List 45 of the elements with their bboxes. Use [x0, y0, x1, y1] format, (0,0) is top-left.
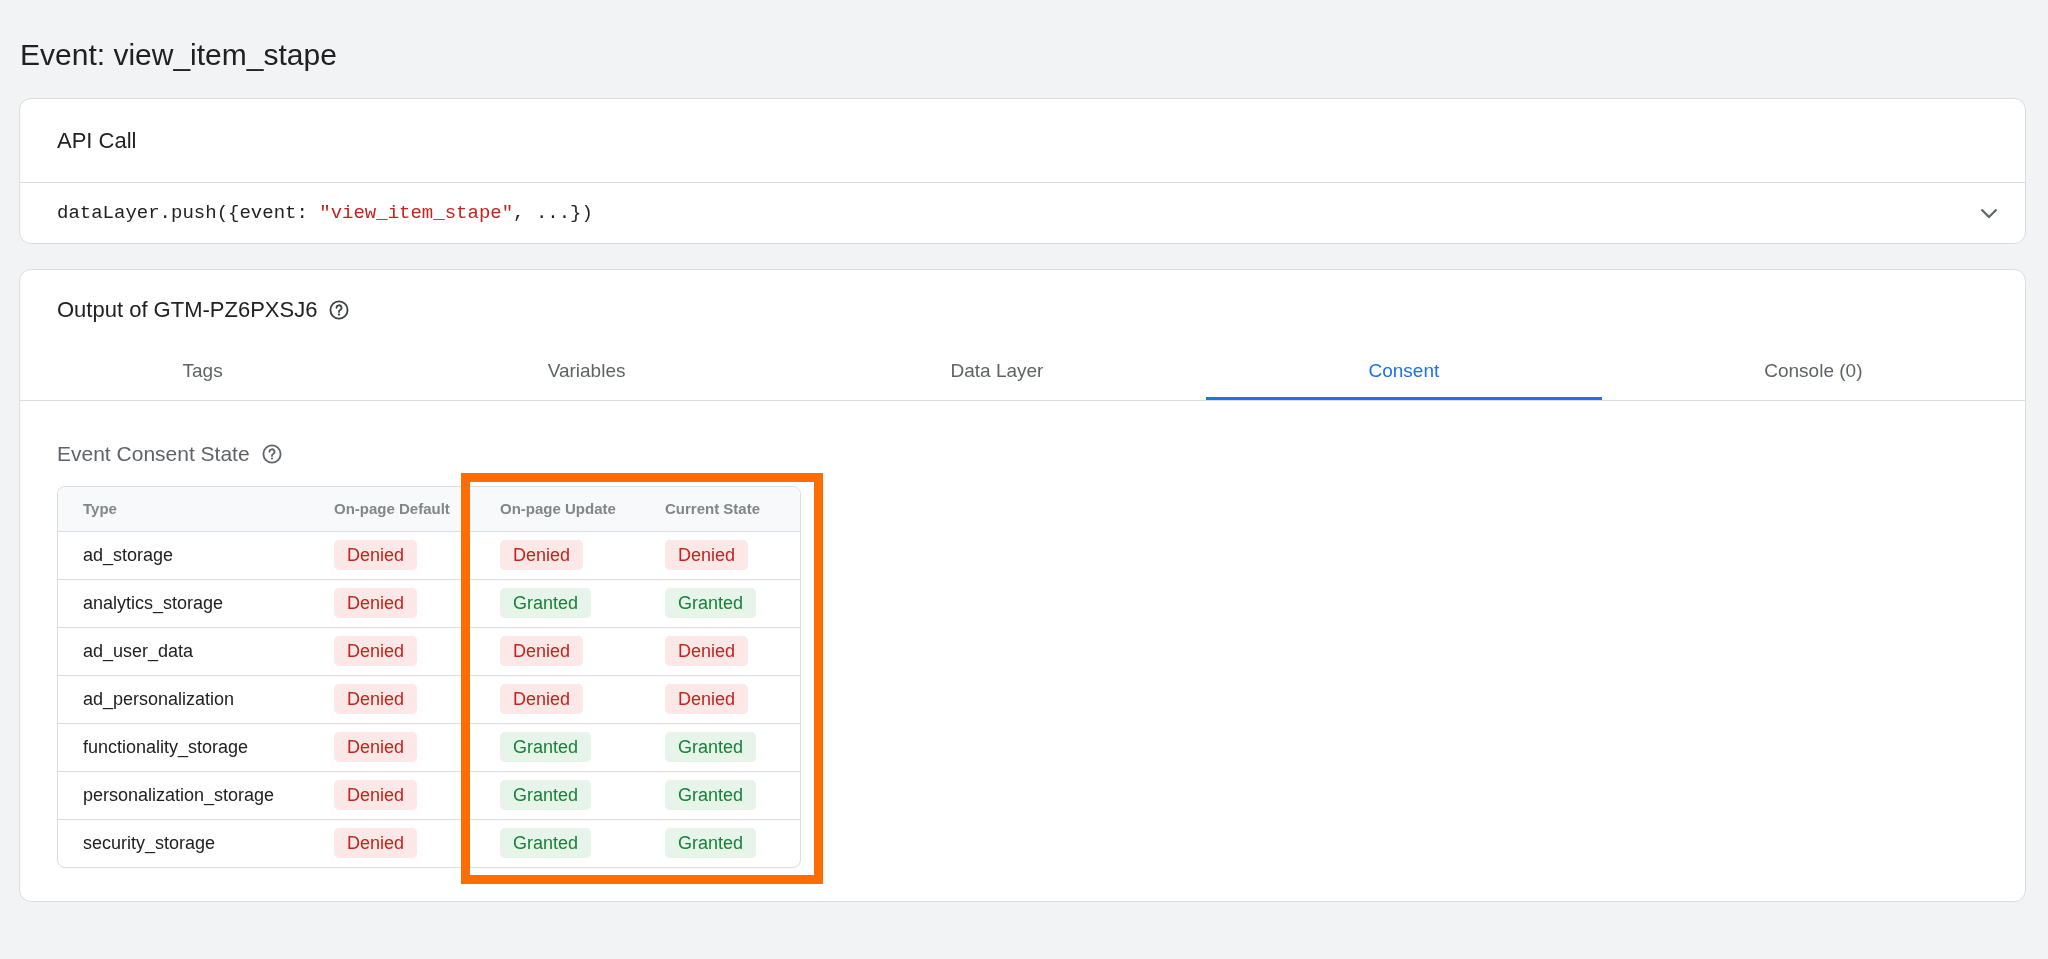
status-badge: Denied [665, 636, 749, 666]
status-badge: Denied [500, 540, 584, 570]
status-badge: Denied [500, 636, 584, 666]
code-line: dataLayer.push({event: "view_item_stape", ...}) [57, 201, 593, 226]
status-badge: Granted [665, 780, 757, 810]
tab[interactable]: Tags [20, 342, 386, 400]
status-badge: Granted [665, 828, 757, 859]
chevron-icon[interactable] [1980, 207, 1998, 219]
consent-type-name: ad_user_data [83, 640, 194, 661]
page-title: Event: view_item_stape [20, 38, 338, 72]
column-header: On-page Default [309, 487, 475, 531]
column-header: On-page Update [475, 487, 640, 531]
section-heading: Event Consent State [57, 441, 250, 467]
status-badge: Granted [665, 732, 757, 762]
tab[interactable]: Consent [1205, 342, 1602, 400]
status-badge: Denied [334, 828, 418, 859]
status-badge: Denied [334, 636, 418, 666]
status-badge: Granted [500, 732, 592, 762]
status-badge: Denied [500, 684, 584, 714]
status-badge: Denied [665, 684, 749, 714]
tab[interactable]: Data Layer [788, 342, 1206, 400]
consent-type-name: ad_personalization [83, 688, 235, 709]
card-title: API Call [57, 126, 137, 155]
column-header: Type [58, 487, 309, 531]
status-badge: Denied [334, 732, 418, 762]
status-badge: Denied [334, 540, 418, 570]
column-header: Current State [640, 487, 800, 531]
status-badge: Denied [665, 540, 749, 570]
help-icon[interactable] [329, 300, 350, 320]
status-badge: Granted [500, 828, 592, 859]
card-title: Output of GTM-PZ6PXSJ6 [57, 296, 318, 324]
status-badge: Granted [665, 588, 757, 618]
status-badge: Denied [334, 684, 418, 714]
consent-type-name: security_storage [83, 832, 216, 853]
status-badge: Granted [500, 780, 592, 810]
consent-type-name: ad_storage [83, 544, 174, 565]
help-icon[interactable] [261, 444, 282, 464]
tab[interactable]: Variables [385, 342, 788, 400]
consent-type-name: personalization_storage [83, 784, 275, 805]
status-badge: Denied [334, 588, 418, 618]
status-badge: Denied [334, 780, 418, 810]
tab[interactable]: Console (0) [1601, 342, 2025, 400]
consent-type-name: analytics_storage [83, 592, 224, 613]
status-badge: Granted [500, 588, 592, 618]
consent-type-name: functionality_storage [83, 736, 249, 757]
